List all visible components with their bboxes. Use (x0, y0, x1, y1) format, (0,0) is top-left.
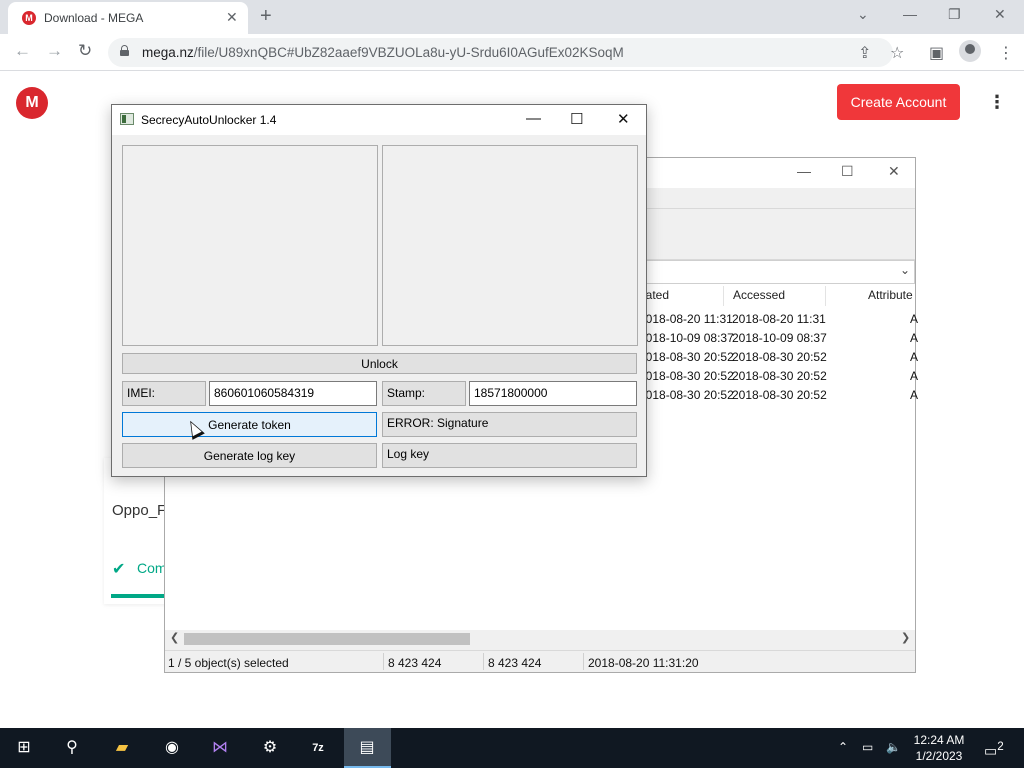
notifications-icon[interactable]: ▭2 (984, 740, 1004, 760)
create-account-button[interactable]: Create Account (837, 84, 960, 120)
cell-attributes: A (910, 388, 919, 402)
right-image-pane (382, 145, 638, 346)
visual-studio-icon[interactable]: ⋈ (208, 736, 232, 760)
settings-gear-icon[interactable]: ⚙ (258, 736, 282, 760)
cell-attributes: A (910, 312, 919, 326)
scroll-right-icon[interactable]: ❯ (901, 631, 910, 644)
download-status: Com (137, 560, 167, 576)
clock-time: 12:24 AM (913, 733, 965, 747)
side-panel-icon[interactable]: ▣ (929, 43, 944, 63)
browser-toolbar: ← → ↻ mega.nz/file/U89xnQBC#UbZ82aaef9VB… (0, 34, 1024, 71)
cell-created: 2018-08-30 20:52 (639, 350, 734, 364)
cell-attributes: A (910, 331, 919, 345)
cell-accessed: 2018-08-30 20:52 (732, 369, 827, 383)
browser-menu-icon[interactable]: ⋮ (998, 43, 1014, 63)
column-separator (825, 286, 826, 306)
log-key-field[interactable]: Log key (382, 443, 637, 468)
url-text: mega.nz/file/U89xnQBC#UbZ82aaef9VBZUOLa8… (142, 45, 624, 60)
imei-label: IMEI: (122, 381, 206, 406)
clock-date: 1/2/2023 (915, 749, 963, 763)
cell-accessed: 2018-08-20 11:31 (732, 312, 826, 326)
share-icon[interactable]: ⇪ (858, 43, 871, 63)
window-title: SecrecyAutoUnlocker 1.4 (141, 113, 277, 127)
restore-icon[interactable]: ❐ (948, 6, 961, 23)
close-window-icon[interactable]: ✕ (994, 6, 1006, 23)
minimize-icon[interactable]: — (903, 6, 917, 22)
browser-tab[interactable]: M Download - MEGA ✕ (8, 2, 248, 34)
cell-accessed: 2018-08-30 20:52 (732, 350, 827, 364)
cell-accessed: 2018-10-09 08:37 (732, 331, 827, 345)
page-menu-icon[interactable]: ⋮ (988, 92, 1006, 113)
left-image-pane (122, 145, 378, 346)
horizontal-scrollbar[interactable]: ❮ ❯ (165, 630, 915, 647)
cell-created: 2018-08-30 20:52 (639, 369, 734, 383)
volume-icon[interactable]: 🔈 (886, 740, 901, 754)
status-modified: 2018-08-20 11:31:20 (588, 656, 699, 670)
forward-icon[interactable]: → (46, 41, 63, 61)
file-name: Oppo_F (112, 502, 167, 519)
checkmark-icon: ✔ (112, 561, 126, 578)
chevron-down-icon[interactable]: ⌄ (900, 263, 910, 277)
tab-search-icon[interactable]: ⌄ (857, 6, 869, 23)
minimize-icon[interactable]: — (526, 110, 541, 127)
unlocker-app-icon[interactable]: ▤ (355, 736, 379, 760)
mega-favicon-icon: M (22, 11, 36, 25)
lock-icon[interactable] (120, 45, 129, 56)
tab-close-icon[interactable]: ✕ (226, 9, 238, 26)
status-bar: 1 / 5 object(s) selected 8 423 424 8 423… (165, 650, 915, 672)
cell-attributes: A (910, 369, 919, 383)
scrollbar-thumb[interactable] (184, 633, 470, 645)
maximize-icon[interactable]: ☐ (570, 110, 583, 128)
scroll-left-icon[interactable]: ❮ (170, 631, 179, 644)
generate-token-button[interactable]: Generate token (122, 412, 377, 437)
token-output-field[interactable]: ERROR: Signature (382, 412, 637, 437)
back-icon[interactable]: ← (14, 41, 31, 61)
selection-status: 1 / 5 object(s) selected (168, 656, 289, 670)
maximize-icon[interactable]: ☐ (841, 163, 854, 180)
column-header-attributes[interactable]: Attribute (868, 288, 913, 302)
generate-log-key-button[interactable]: Generate log key (122, 443, 377, 468)
cell-attributes: A (910, 350, 919, 364)
status-size: 8 423 424 (388, 656, 442, 670)
profile-avatar[interactable] (959, 40, 981, 62)
stamp-input[interactable]: 18571800000 (469, 381, 637, 406)
close-icon[interactable]: ✕ (617, 110, 630, 128)
column-header-accessed[interactable]: Accessed (733, 288, 785, 302)
stamp-label: Stamp: (382, 381, 466, 406)
network-icon[interactable]: ▭ (862, 740, 873, 754)
reload-icon[interactable]: ↻ (78, 41, 92, 61)
imei-input[interactable]: 860601060584319 (209, 381, 377, 406)
notification-count: 2 (997, 740, 1004, 753)
new-tab-icon[interactable]: + (260, 5, 272, 28)
address-bar[interactable]: mega.nz/file/U89xnQBC#UbZ82aaef9VBZUOLa8… (108, 38, 893, 67)
chrome-icon[interactable]: ◉ (160, 736, 184, 760)
bookmark-star-icon[interactable]: ☆ (890, 43, 904, 63)
active-app-highlight[interactable]: ▤ (344, 728, 391, 768)
start-windows-icon[interactable]: ⊞ (12, 736, 36, 760)
cell-created: 2018-10-09 08:37 (639, 331, 734, 345)
minimize-icon[interactable]: — (797, 163, 811, 179)
unlocker-titlebar: SecrecyAutoUnlocker 1.4 — ☐ ✕ (112, 105, 646, 135)
windows-taskbar: ⊞ ⚲ ▰ ◉ ⋈ ⚙ 7z ▤ ⌃ ▭ 🔈 12:24 AM 1/2/2023… (0, 728, 1024, 768)
taskbar-clock[interactable]: 12:24 AM 1/2/2023 (906, 732, 972, 764)
search-icon[interactable]: ⚲ (60, 736, 84, 760)
cell-accessed: 2018-08-30 20:52 (732, 388, 827, 402)
close-icon[interactable]: ✕ (888, 163, 900, 180)
browser-tab-strip: M Download - MEGA ✕ + ⌄ — ❐ ✕ (0, 0, 1024, 34)
mega-logo[interactable]: M (16, 87, 48, 119)
cell-created: 2018-08-20 11:31 (639, 312, 733, 326)
7zip-icon[interactable]: 7z (306, 736, 330, 760)
status-packed-size: 8 423 424 (488, 656, 542, 670)
cell-created: 2018-08-30 20:52 (639, 388, 734, 402)
file-explorer-icon[interactable]: ▰ (110, 736, 134, 760)
column-separator (723, 286, 724, 306)
app-icon (120, 113, 134, 125)
tab-title: Download - MEGA (44, 11, 144, 25)
unlock-button[interactable]: Unlock (122, 353, 637, 374)
show-hidden-icons-icon[interactable]: ⌃ (838, 740, 848, 754)
